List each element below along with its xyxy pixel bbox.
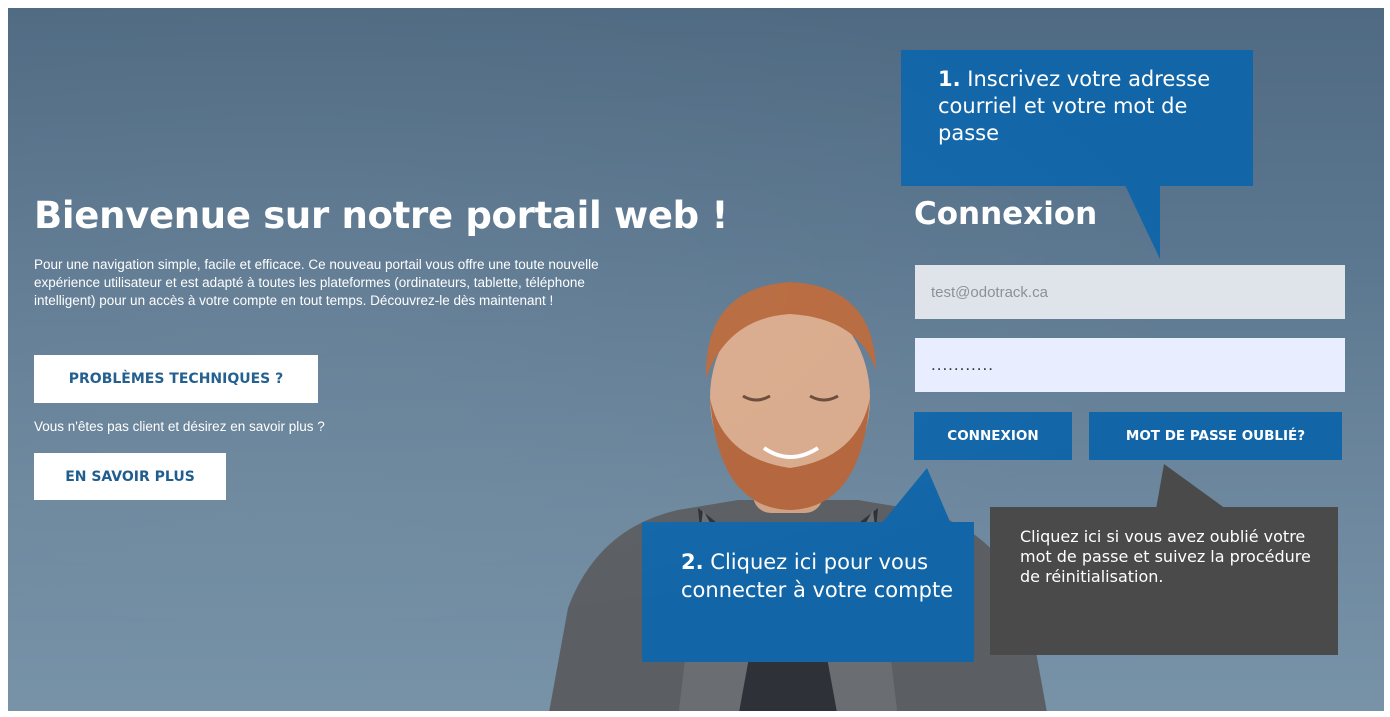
forgot-password-button[interactable]: MOT DE PASSE OUBLIÉ? xyxy=(1089,412,1342,460)
callout-step-2-text: Cliquez ici pour vous connecter à votre … xyxy=(681,550,954,602)
callout-step-2: 2. Cliquez ici pour vous connecter à vot… xyxy=(642,522,974,662)
callout-forgot-help: Cliquez ici si vous avez oublié votre mo… xyxy=(990,507,1338,655)
hero-background: Bienvenue sur notre portail web ! Pour u… xyxy=(8,8,1384,711)
callout-forgot-help-text: Cliquez ici si vous avez oublié votre mo… xyxy=(1020,527,1311,586)
welcome-description: Pour une navigation simple, facile et ef… xyxy=(34,257,599,308)
callout-step-1: 1. Inscrivez votre adresse courriel et v… xyxy=(901,50,1253,186)
callout-step-1-text: Inscrivez votre adresse courriel et votr… xyxy=(938,67,1211,145)
page-title: Bienvenue sur notre portail web ! xyxy=(34,194,729,237)
callout-step-1-pointer xyxy=(1124,183,1160,259)
callout-step-2-number: 2. xyxy=(681,550,704,574)
not-client-text: Vous n'êtes pas client et désirez en sav… xyxy=(34,419,325,434)
callout-step-1-number: 1. xyxy=(938,67,961,91)
password-field[interactable] xyxy=(915,338,1345,392)
callout-forgot-pointer xyxy=(1156,464,1226,509)
callout-step-2-pointer xyxy=(881,468,951,524)
connect-button[interactable]: CONNEXION xyxy=(914,412,1072,460)
login-title: Connexion xyxy=(914,196,1098,232)
technical-issues-button[interactable]: PROBLÈMES TECHNIQUES ? xyxy=(34,355,318,403)
email-field[interactable] xyxy=(915,265,1345,319)
learn-more-button[interactable]: EN SAVOIR PLUS xyxy=(34,453,226,500)
